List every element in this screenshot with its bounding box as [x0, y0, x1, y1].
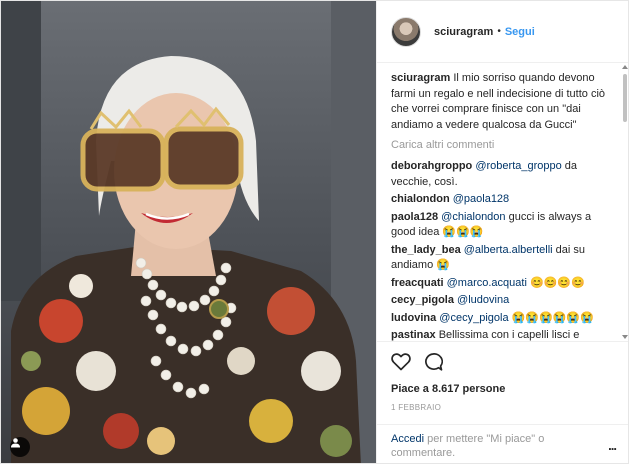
- comment-icon[interactable]: [423, 352, 443, 372]
- post-photo[interactable]: [1, 1, 376, 463]
- comment-item: ludovina @cecy_pigola 😭😭😭😭😭😭: [391, 311, 616, 327]
- comment-mention[interactable]: @cecy_pigola: [439, 312, 508, 324]
- separator-dot: •: [497, 26, 501, 37]
- scroll-up-arrow-icon[interactable]: [622, 65, 628, 69]
- comment-mention[interactable]: @marco.acquati: [447, 277, 527, 289]
- comment-mention[interactable]: @chialondon: [441, 211, 505, 223]
- heart-icon[interactable]: [391, 353, 411, 371]
- comment-item: paola128 @chialondon gucci is always a g…: [391, 210, 616, 241]
- avatar[interactable]: [391, 16, 421, 47]
- post-sidebar: sciuragram • Segui sciuragram Il mio sor…: [376, 1, 628, 463]
- comment-item: freacquati @marco.acquati 😊😊😊😊: [391, 276, 616, 292]
- comment-item: the_lady_bea @alberta.albertelli dai su …: [391, 243, 616, 274]
- comment-item: pastinax Bellissima con i capelli lisci …: [391, 328, 616, 341]
- comment-username[interactable]: deborahgroppo: [391, 160, 472, 172]
- comment-text: 😊😊😊😊: [526, 276, 585, 289]
- comment-username[interactable]: pastinax: [391, 329, 436, 341]
- likes-count[interactable]: Piace a 8.617 persone: [391, 383, 616, 395]
- header-username[interactable]: sciuragram: [434, 26, 493, 38]
- scrollbar-thumb[interactable]: [623, 74, 627, 122]
- login-prompt: Accedi per mettere "Mi piace" o commenta…: [391, 432, 596, 460]
- comment-item: chialondon @paola128: [391, 192, 616, 208]
- scroll-down-arrow-icon[interactable]: [622, 335, 628, 339]
- comment-text: Bellissima con i capelli lisci e: [438, 329, 580, 341]
- post-window: sciuragram • Segui sciuragram Il mio sor…: [0, 0, 629, 464]
- person-tag-icon[interactable]: [10, 437, 30, 457]
- follow-button[interactable]: Segui: [505, 26, 535, 38]
- post-date: 1 FEBBRAIO: [391, 403, 442, 412]
- comment-list: sciuragram Il mio sorriso quando devono …: [377, 63, 628, 341]
- action-icons: [391, 351, 616, 373]
- load-more-comments-button[interactable]: Carica altri commenti: [391, 138, 616, 153]
- comment-username[interactable]: chialondon: [391, 193, 450, 205]
- post-footer: Accedi per mettere "Mi piace" o commenta…: [377, 424, 628, 463]
- caption: sciuragram Il mio sorriso quando devono …: [391, 71, 616, 133]
- comment-username[interactable]: the_lady_bea: [391, 244, 461, 256]
- comment-username[interactable]: cecy_pigola: [391, 294, 454, 306]
- comment-username[interactable]: paola128: [391, 211, 438, 223]
- post-actions: Piace a 8.617 persone 1 FEBBRAIO: [377, 341, 628, 424]
- login-link[interactable]: Accedi: [391, 433, 424, 445]
- caption-username[interactable]: sciuragram: [391, 72, 450, 84]
- comment-mention[interactable]: @alberta.albertelli: [464, 244, 553, 256]
- comment-mention[interactable]: @paola128: [453, 193, 509, 205]
- comment-text: 😭😭😭😭😭😭: [508, 311, 594, 324]
- comment-username[interactable]: ludovina: [391, 312, 436, 324]
- comment-item: deborahgroppo @roberta_groppo da vecchie…: [391, 159, 616, 190]
- comment-username[interactable]: freacquati: [391, 277, 444, 289]
- comment-mention[interactable]: @ludovina: [457, 294, 509, 306]
- photo-illustration: [1, 1, 376, 463]
- comment-mention[interactable]: @roberta_groppo: [475, 160, 561, 172]
- comment-item: cecy_pigola @ludovina: [391, 293, 616, 309]
- more-options-button[interactable]: ...: [608, 438, 617, 453]
- post-header: sciuragram • Segui: [377, 1, 628, 63]
